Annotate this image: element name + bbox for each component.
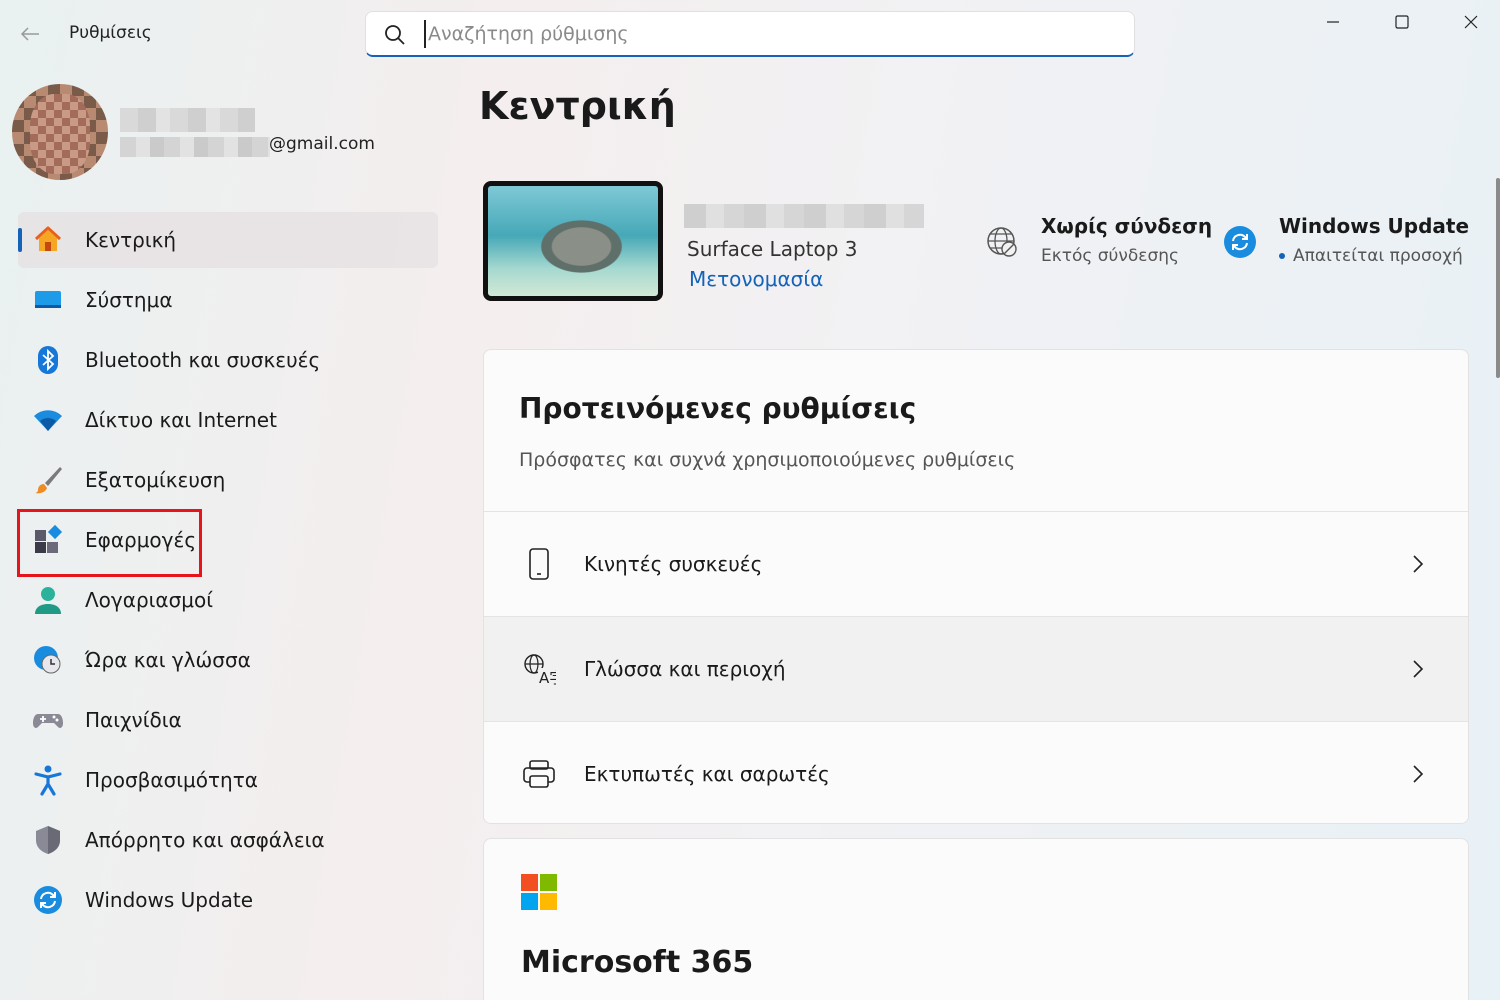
recommended-settings-card: Προτεινόμενες ρυθμίσεις Πρόσφατες και συ… — [483, 349, 1469, 824]
card-header: Προτεινόμενες ρυθμίσεις Πρόσφατες και συ… — [484, 350, 1468, 512]
card-subtitle: Πρόσφατες και συχνά χρησιμοποιούμενες ρυ… — [519, 449, 1016, 471]
device-model: Surface Laptop 3 — [687, 237, 858, 261]
sidebar-item-label: Bluetooth και συσκευές — [85, 348, 321, 372]
update-icon — [1224, 226, 1256, 258]
sidebar-item-time-language[interactable]: Ώρα και γλώσσα — [18, 632, 438, 688]
sidebar-item-label: Λογαριασμοί — [85, 588, 213, 612]
rename-link[interactable]: Μετονομασία — [689, 267, 823, 291]
recommended-item-label: Γλώσσα και περιοχή — [584, 657, 786, 681]
user-email: @gmail.com — [269, 134, 375, 154]
m365-title: Microsoft 365 — [521, 945, 754, 980]
sidebar-item-label: Σύστημα — [85, 288, 173, 312]
microsoft-365-card[interactable]: Microsoft 365 — [483, 838, 1469, 1000]
device-wallpaper-thumbnail — [483, 181, 663, 301]
bluetooth-icon — [32, 344, 64, 376]
printer-icon — [522, 757, 556, 791]
language-icon: A字 — [522, 652, 556, 686]
card-title: Προτεινόμενες ρυθμίσεις — [519, 392, 917, 425]
chevron-right-icon — [1413, 555, 1424, 573]
page-title: Κεντρική — [479, 84, 676, 128]
accessibility-icon — [32, 764, 64, 796]
account-icon — [32, 584, 64, 616]
sidebar-item-accessibility[interactable]: Προσβασιμότητα — [18, 752, 438, 808]
brush-icon — [32, 464, 64, 496]
sidebar-item-gaming[interactable]: Παιχνίδια — [18, 692, 438, 748]
sidebar-item-label: Ώρα και γλώσσα — [85, 648, 251, 672]
sidebar-item-label: Εξατομίκευση — [85, 468, 226, 492]
time-language-icon — [32, 644, 64, 676]
maximize-icon — [1395, 15, 1409, 29]
sidebar-item-bluetooth[interactable]: Bluetooth και συσκευές — [18, 332, 438, 388]
shield-icon — [32, 824, 64, 856]
wifi-icon — [32, 404, 64, 436]
gamepad-icon — [32, 704, 64, 736]
recommended-item-label: Κινητές συσκευές — [584, 552, 763, 576]
minimize-button[interactable] — [1308, 8, 1358, 36]
recommended-item-printers-scanners[interactable]: Εκτυπωτές και σαρωτές — [484, 722, 1468, 823]
network-status-title[interactable]: Χωρίς σύνδεση — [1041, 214, 1212, 238]
update-status-title[interactable]: Windows Update — [1279, 214, 1469, 238]
title-bar: Ρυθμίσεις — [0, 0, 1500, 70]
chevron-right-icon — [1413, 765, 1424, 783]
device-name-redacted — [684, 204, 924, 228]
sidebar-item-label: Κεντρική — [85, 228, 177, 252]
svg-text:A字: A字 — [539, 669, 556, 686]
recommended-item-language-region[interactable]: A字 Γλώσσα και περιοχή — [484, 617, 1468, 722]
app-title: Ρυθμίσεις — [69, 23, 152, 43]
network-status-subtitle: Εκτός σύνδεσης — [1041, 246, 1180, 266]
back-arrow-icon — [20, 27, 39, 41]
sidebar-item-label: Δίκτυο και Internet — [85, 408, 277, 432]
update-icon — [32, 884, 64, 916]
sidebar-item-accounts[interactable]: Λογαριασμοί — [18, 572, 438, 628]
sidebar-item-network[interactable]: Δίκτυο και Internet — [18, 392, 438, 448]
close-icon — [1464, 15, 1478, 29]
recommended-item-mobile-devices[interactable]: Κινητές συσκευές — [484, 512, 1468, 617]
email-redacted — [120, 137, 270, 157]
close-button[interactable] — [1446, 8, 1496, 36]
phone-icon — [522, 547, 556, 581]
search-icon — [385, 25, 405, 45]
sidebar-item-label: Windows Update — [85, 888, 254, 912]
chevron-right-icon — [1413, 660, 1424, 678]
sidebar-item-windows-update[interactable]: Windows Update — [18, 872, 438, 928]
sidebar-item-home[interactable]: Κεντρική — [18, 212, 438, 268]
update-status-subtitle: Απαιτείται προσοχή — [1279, 246, 1463, 266]
microsoft-logo-icon — [521, 874, 557, 910]
sidebar-item-label: Προσβασιμότητα — [85, 768, 258, 792]
apps-highlight-annotation — [17, 509, 202, 577]
back-button[interactable] — [14, 20, 46, 48]
no-network-icon — [987, 227, 1017, 257]
sidebar-item-label: Παιχνίδια — [85, 708, 182, 732]
maximize-button[interactable] — [1377, 8, 1427, 36]
update-status-text: Απαιτείται προσοχή — [1293, 246, 1463, 266]
sidebar-item-system[interactable]: Σύστημα — [18, 272, 438, 328]
sidebar-item-personalization[interactable]: Εξατομίκευση — [18, 452, 438, 508]
sidebar-item-privacy-security[interactable]: Απόρρητο και ασφάλεια — [18, 812, 438, 868]
attention-dot — [1279, 253, 1285, 259]
system-icon — [32, 284, 64, 316]
home-icon — [32, 224, 64, 256]
search-input[interactable] — [424, 20, 1104, 48]
user-name-redacted — [120, 108, 255, 132]
sidebar-item-label: Απόρρητο και ασφάλεια — [85, 828, 325, 852]
recommended-item-label: Εκτυπωτές και σαρωτές — [584, 762, 830, 786]
search-box[interactable] — [365, 11, 1135, 57]
avatar[interactable] — [12, 84, 108, 180]
scrollbar[interactable] — [1496, 178, 1500, 378]
minimize-icon — [1327, 21, 1339, 23]
